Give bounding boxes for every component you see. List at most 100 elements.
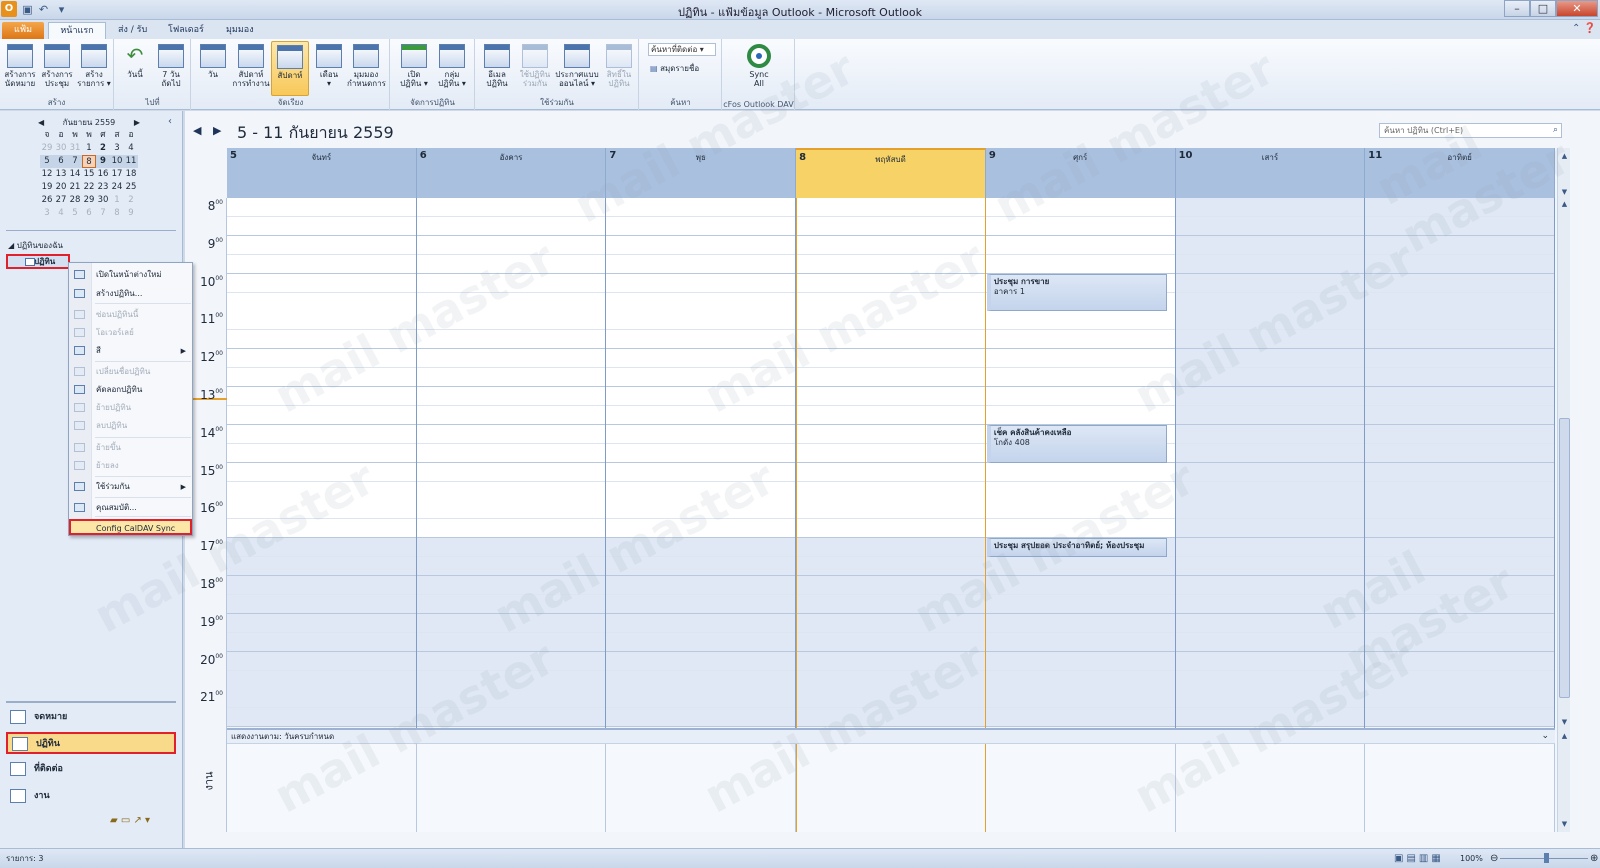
next-week-icon[interactable]: ▶ — [213, 124, 221, 137]
time-slot[interactable] — [1365, 708, 1554, 728]
time-slot[interactable] — [1365, 424, 1554, 444]
sync-all-button[interactable]: Sync All — [740, 41, 778, 96]
tab-send-receive[interactable]: ส่ง / รับ — [108, 22, 157, 39]
day-column[interactable] — [1175, 198, 1366, 728]
task-day-column[interactable] — [1365, 744, 1555, 832]
time-slot[interactable] — [1175, 462, 1365, 482]
time-slot[interactable] — [606, 613, 796, 633]
mini-calendar-day[interactable]: 5 — [40, 155, 54, 168]
time-slot[interactable] — [416, 311, 606, 331]
time-slot[interactable] — [797, 689, 985, 709]
time-slot[interactable] — [797, 235, 985, 255]
context-menu-item[interactable]: สร้างปฏิทิน... — [69, 286, 192, 302]
month-view-button[interactable]: เดือน ▾ — [310, 41, 348, 96]
time-slot[interactable] — [1175, 557, 1365, 577]
time-slot[interactable] — [1175, 651, 1365, 671]
time-slot[interactable] — [227, 519, 416, 539]
mini-calendar-day[interactable]: 2 — [124, 194, 138, 207]
time-slot[interactable] — [227, 292, 416, 312]
time-slot[interactable] — [797, 708, 985, 728]
time-slot[interactable] — [985, 613, 1175, 633]
mini-calendar-day[interactable]: 8 — [110, 207, 124, 220]
time-slot[interactable] — [227, 500, 416, 520]
config-caldav-sync-menu-item[interactable]: Config CalDAV Sync — [69, 519, 192, 535]
mini-calendar-day[interactable]: 28 — [68, 194, 82, 207]
nav-tasks-button[interactable]: งาน — [6, 786, 176, 808]
time-slot[interactable] — [797, 557, 985, 577]
time-slot[interactable] — [1175, 405, 1365, 425]
time-slot[interactable] — [227, 689, 416, 709]
tasks-arrange-bar[interactable]: แสดงงานตาม: วันครบกำหนด ⌄ — [227, 728, 1555, 744]
time-slot[interactable] — [797, 292, 985, 312]
time-slot[interactable] — [797, 311, 985, 331]
time-slot[interactable] — [1365, 670, 1554, 690]
time-slot[interactable] — [1365, 462, 1554, 482]
tab-folder[interactable]: โฟลเดอร์ — [158, 22, 214, 39]
time-slot[interactable] — [1365, 519, 1554, 539]
time-slot[interactable] — [1175, 368, 1365, 388]
vertical-scrollbar[interactable]: ▲ ▼ ▲ ▼ ▲ ▼ — [1557, 148, 1570, 832]
time-slot[interactable] — [797, 613, 985, 633]
time-slot[interactable] — [227, 576, 416, 595]
time-slot[interactable] — [985, 330, 1175, 350]
mini-calendar-day[interactable]: 11 — [124, 155, 138, 168]
time-slot[interactable] — [606, 292, 796, 312]
time-slot[interactable] — [416, 557, 606, 577]
time-slot[interactable] — [1175, 330, 1365, 350]
time-slot[interactable] — [1365, 198, 1554, 217]
mini-calendar-day[interactable]: 21 — [68, 181, 82, 194]
time-slot[interactable] — [227, 387, 416, 406]
time-slot[interactable] — [606, 443, 796, 463]
mini-calendar-day[interactable]: 31 — [68, 142, 82, 155]
time-slot[interactable] — [227, 538, 416, 558]
time-slot[interactable] — [985, 519, 1175, 539]
mini-calendar-day[interactable]: 7 — [68, 155, 82, 168]
time-slot[interactable] — [985, 576, 1175, 595]
time-slot[interactable] — [606, 424, 796, 444]
mini-calendar-day[interactable]: 4 — [124, 142, 138, 155]
time-slot[interactable] — [227, 198, 416, 217]
time-slot[interactable] — [416, 349, 606, 369]
context-menu-item[interactable]: สี ▶ — [69, 343, 192, 359]
mini-calendar-day[interactable]: 25 — [124, 181, 138, 194]
time-slot[interactable] — [606, 368, 796, 388]
mini-calendar-day[interactable]: 9 — [96, 155, 110, 168]
time-slot[interactable] — [1365, 689, 1554, 709]
time-slot[interactable] — [416, 632, 606, 652]
time-slot[interactable] — [797, 330, 985, 350]
time-slot[interactable] — [606, 405, 796, 425]
time-slot[interactable] — [1175, 292, 1365, 312]
calendar-folder-item[interactable]: ปฏิทิน — [6, 254, 70, 269]
task-day-column[interactable] — [796, 744, 986, 832]
time-slot[interactable] — [1175, 198, 1365, 217]
time-slot[interactable] — [416, 519, 606, 539]
time-slot[interactable] — [985, 254, 1175, 274]
time-slot[interactable] — [985, 235, 1175, 255]
time-slot[interactable] — [606, 254, 796, 274]
day-header[interactable]: 9 ศุกร์ — [986, 148, 1176, 198]
time-slot[interactable] — [797, 481, 985, 501]
day-column[interactable] — [227, 198, 417, 728]
time-slot[interactable] — [606, 670, 796, 690]
time-slot[interactable] — [227, 349, 416, 369]
time-slot[interactable] — [416, 368, 606, 388]
mini-next-month-icon[interactable]: ▶ — [134, 117, 140, 129]
context-menu-item[interactable]: ลบปฏิทิน — [69, 418, 192, 434]
time-slot[interactable] — [606, 500, 796, 520]
calendar-search-input[interactable]: ค้นหา ปฏิทิน (Ctrl+E) ⌕ — [1379, 123, 1562, 138]
time-slot[interactable] — [797, 651, 985, 671]
time-slot[interactable] — [1365, 216, 1554, 236]
scroll-down-icon[interactable]: ▼ — [1558, 186, 1571, 198]
time-slot[interactable] — [606, 576, 796, 595]
time-slot[interactable] — [416, 273, 606, 293]
time-slot[interactable] — [416, 594, 606, 614]
mini-calendar-day[interactable]: 15 — [82, 168, 96, 181]
mini-calendar-day[interactable]: 27 — [54, 194, 68, 207]
time-slot[interactable] — [1365, 235, 1554, 255]
today-button[interactable]: ↶ วันนี้ — [116, 41, 154, 96]
time-slot[interactable] — [606, 330, 796, 350]
time-slot[interactable] — [1175, 500, 1365, 520]
time-slot[interactable] — [985, 368, 1175, 388]
context-menu-item[interactable]: ซ่อนปฏิทินนี้ — [69, 307, 192, 323]
minimize-button[interactable]: – — [1504, 0, 1530, 17]
